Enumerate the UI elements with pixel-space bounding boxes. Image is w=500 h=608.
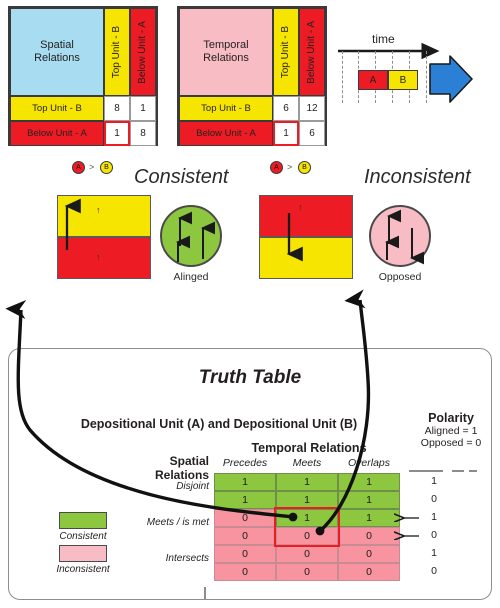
connector-arrows-layer [5, 289, 371, 536]
